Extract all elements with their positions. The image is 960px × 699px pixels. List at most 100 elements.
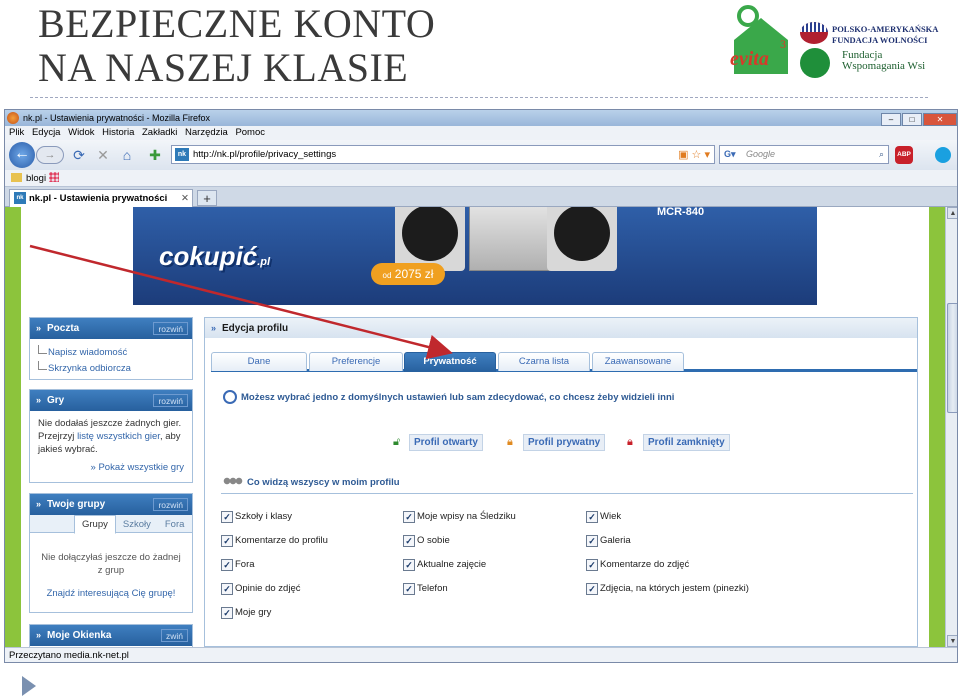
bookmark-blogi[interactable]: blogi [26, 173, 46, 184]
lock-red-icon: 🔒︎ [627, 436, 633, 448]
profile-open-button[interactable]: Profil otwarty [409, 434, 483, 451]
tab-preferencje[interactable]: Preferencje [309, 352, 403, 371]
find-group-link[interactable]: Znajdź interesującą Cię grupę! [30, 585, 192, 608]
status-bar: Przeczytano media.nk-net.pl [5, 647, 957, 662]
add-icon[interactable]: ✚ [147, 147, 163, 163]
minimize-button[interactable]: – [881, 113, 901, 126]
scroll-down-icon[interactable]: ▼ [947, 635, 957, 647]
menu-plik[interactable]: Plik [9, 127, 24, 138]
privacy-info: Możesz wybrać jedno z domyślnych ustawie… [241, 392, 675, 403]
menu-zakladki[interactable]: Zakładki [142, 127, 177, 138]
checkbox-pinezki[interactable]: Zdjęcia, na których jestem (pinezki) [586, 583, 749, 595]
tab-zaawansowane[interactable]: Zaawansowane [592, 352, 684, 371]
sidebox-header[interactable]: » Gry rozwiń [30, 390, 192, 411]
skype-icon[interactable] [935, 147, 951, 163]
menu-bar: Plik Edycja Widok Historia Zakładki Narz… [5, 126, 957, 140]
tab-fora[interactable]: Fora [158, 516, 192, 534]
address-bar[interactable]: nk http://nk.pl/profile/privacy_settings … [171, 145, 715, 164]
ad-banner[interactable]: MCR-840 cokupić.pl od 2075 zł [133, 207, 817, 305]
checkbox-sledzik[interactable]: Moje wpisy na Śledziku [403, 511, 516, 523]
checkbox-moje-gry[interactable]: Moje gry [221, 607, 271, 619]
tab-szkoly[interactable]: Szkoły [116, 516, 158, 534]
tab-czarna-lista[interactable]: Czarna lista [498, 352, 590, 371]
ad-price-value: 2075 zł [394, 267, 434, 281]
checkbox-fora[interactable]: Fora [221, 559, 255, 571]
checkbox-galeria[interactable]: Galeria [586, 535, 631, 547]
next-slide-icon[interactable] [22, 676, 36, 696]
sidebox-title: Gry [47, 395, 65, 406]
menu-pomoc[interactable]: Pomoc [235, 127, 265, 138]
profile-edit-panel: » Edycja profilu Dane Preferencje Prywatn… [204, 317, 918, 647]
unlocked-icon: 🔓︎ [393, 436, 401, 448]
back-button[interactable]: ← [9, 142, 35, 168]
paff-line-1: POLSKO-AMERYKAŃSKA [832, 24, 939, 34]
ad-price: od 2075 zł [371, 263, 445, 285]
menu-narzedzia[interactable]: Narzędzia [185, 127, 228, 138]
all-games-link[interactable]: listę wszystkich gier [77, 431, 160, 442]
inbox-link[interactable]: Skrzynka odbiorcza [36, 361, 192, 377]
checkbox-wiek[interactable]: Wiek [586, 511, 621, 523]
checkbox-komentarze-zdjec[interactable]: Komentarze do zdjęć [586, 559, 689, 571]
sidebox-header[interactable]: » Poczta rozwiń [30, 318, 192, 339]
new-tab-button[interactable]: + [197, 190, 217, 206]
paff-line-2: FUNDACJA WOLNOŚCI [832, 35, 928, 45]
panel-title: Edycja profilu [222, 323, 289, 334]
show-all-games-link[interactable]: » Pokaż wszystkie gry [30, 462, 192, 479]
ad-model: MCR-840 [657, 207, 705, 218]
checkbox-o-sobie[interactable]: O sobie [403, 535, 450, 547]
tab-prywatnosc[interactable]: Prywatność [404, 352, 496, 372]
ad-price-prefix: od [382, 271, 392, 280]
rss-star-icon[interactable]: ▣ ☆ ▾ [678, 147, 710, 164]
tab-grupy[interactable]: Grupy [74, 515, 116, 534]
expand-button[interactable]: rozwiń [153, 322, 188, 335]
checkbox-opinie[interactable]: Opinie do zdjęć [221, 583, 300, 595]
collapse-button[interactable]: zwiń [160, 629, 188, 642]
checkbox-zajecie[interactable]: Aktualne zajęcie [403, 559, 486, 571]
browser-tab[interactable]: nk nk.pl - Ustawienia prywatności ✕ [9, 189, 193, 207]
home-icon[interactable]: ⌂ [119, 147, 135, 163]
profile-closed-button[interactable]: Profil zamknięty [643, 434, 730, 451]
search-input[interactable]: G▾ Google ⌕ [719, 145, 889, 164]
lock-orange-icon: 🔒︎ [507, 436, 513, 448]
stop-icon[interactable]: ✕ [95, 147, 111, 163]
section-title: Co widzą wszyscy w moim profilu [247, 477, 400, 488]
sidebox-title: Moje Okienka [47, 630, 112, 641]
menu-widok[interactable]: Widok [68, 127, 94, 138]
adblock-icon[interactable]: ABP [895, 146, 913, 164]
firefox-icon [7, 112, 19, 124]
google-icon: G▾ [724, 149, 736, 159]
menu-edycja[interactable]: Edycja [32, 127, 61, 138]
tab-dane[interactable]: Dane [211, 352, 307, 371]
scroll-thumb[interactable] [947, 303, 957, 413]
flickr-icon[interactable] [49, 172, 60, 182]
checkbox-komentarze-profil[interactable]: Komentarze do profilu [221, 535, 328, 547]
profile-private-button[interactable]: Profil prywatny [523, 434, 606, 451]
search-icon[interactable]: ⌕ [879, 146, 884, 163]
vertical-scrollbar[interactable]: ▲ ▼ [945, 207, 957, 647]
sidebox-okienka: » Moje Okienka zwiń [29, 624, 193, 647]
tab-close-icon[interactable]: ✕ [181, 190, 189, 207]
site-favicon-icon: nk [175, 148, 189, 161]
write-message-link[interactable]: Napisz wiadomość [36, 345, 192, 361]
expand-button[interactable]: rozwiń [153, 498, 188, 511]
url-text: http://nk.pl/profile/privacy_settings [193, 149, 337, 160]
checkbox-telefon[interactable]: Telefon [403, 583, 448, 595]
window-controls: – □ ✕ [880, 111, 957, 127]
checkbox-szkoly[interactable]: Szkoły i klasy [221, 511, 292, 523]
forward-button[interactable]: → [36, 146, 64, 164]
scroll-up-icon[interactable]: ▲ [947, 207, 957, 219]
close-window-button[interactable]: ✕ [923, 113, 957, 126]
groups-empty: Nie dołączyłaś jeszcze do żadnej z grup [41, 552, 181, 576]
paff-flag-icon [800, 22, 828, 44]
window-titlebar: nk.pl - Ustawienia prywatności - Mozilla… [5, 110, 957, 127]
find-group-text: Znajdź interesującą Cię grupę! [46, 588, 176, 599]
people-icon [223, 477, 243, 489]
sidebox-header[interactable]: » Twoje grupy rozwiń [30, 494, 192, 515]
games-info: Nie dodałaś jeszcze żadnych gier. Przejr… [30, 411, 192, 462]
sidebox-header[interactable]: » Moje Okienka zwiń [30, 625, 192, 646]
tab-title: nk.pl - Ustawienia prywatności [29, 193, 168, 204]
menu-historia[interactable]: Historia [102, 127, 134, 138]
maximize-button[interactable]: □ [902, 113, 922, 126]
expand-button[interactable]: rozwiń [153, 394, 188, 407]
reload-icon[interactable]: ⟳ [71, 147, 87, 163]
